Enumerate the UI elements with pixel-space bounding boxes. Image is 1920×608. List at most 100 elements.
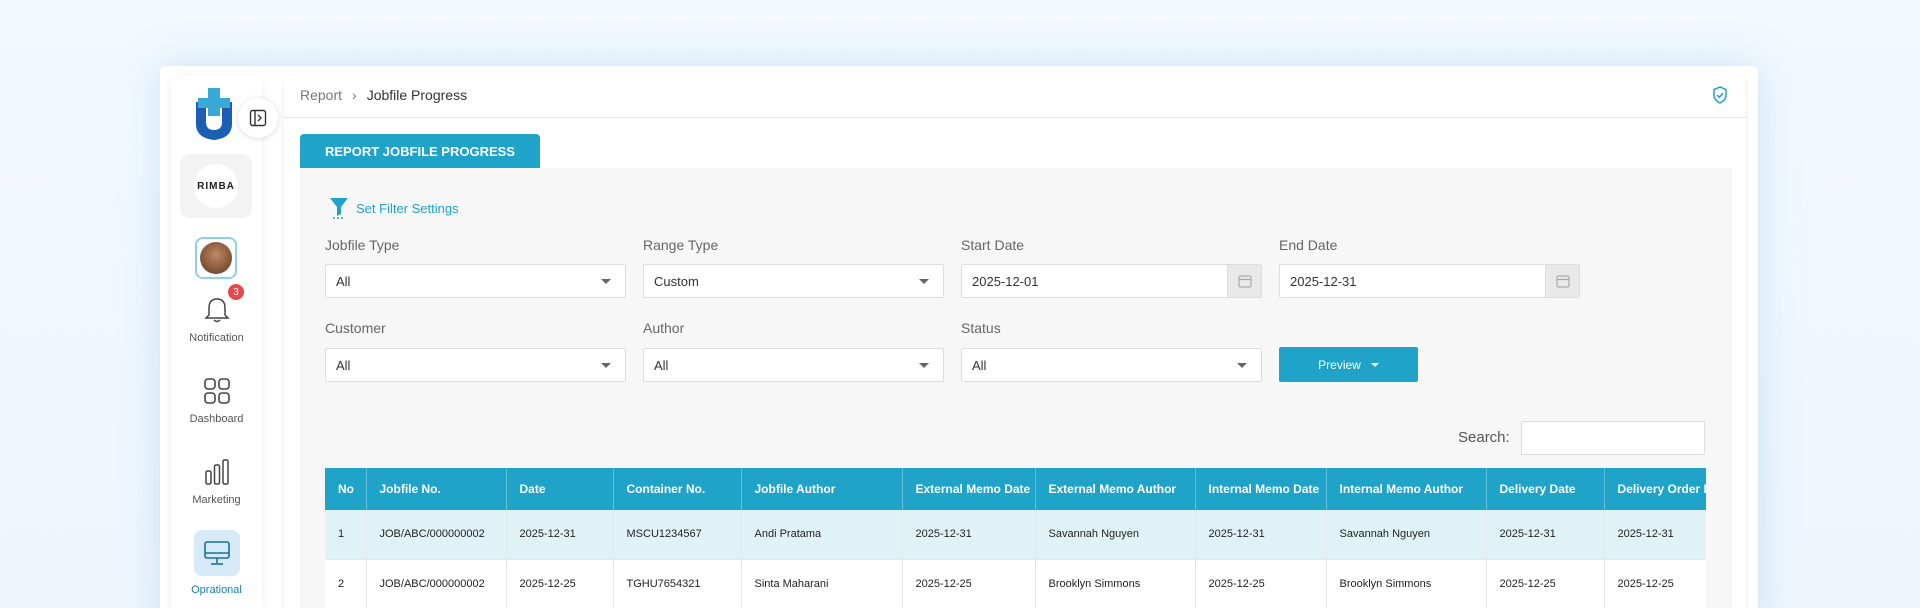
chevron-down-icon (601, 279, 611, 284)
table-cell: 1 (325, 510, 367, 560)
start-date-value: 2025-12-01 (972, 273, 1039, 289)
sidebar-item-label: Dashboard (189, 413, 244, 425)
search-label: Search: (1458, 429, 1510, 446)
table-cell: Brooklyn Simmons (1035, 559, 1196, 608)
sidebar-collapse-button[interactable] (238, 98, 278, 138)
end-date-value: 2025-12-31 (1290, 273, 1357, 289)
table-cell: 2025-12-25 (902, 559, 1036, 608)
author-value: All (654, 357, 669, 373)
status-label: Status (961, 320, 1001, 336)
calendar-button[interactable] (1227, 265, 1261, 297)
jobfile-table: No Jobfile No. Date Container No. Jobfil… (325, 468, 1706, 608)
chevron-down-icon (1237, 363, 1247, 368)
notification-badge: 3 (228, 284, 244, 300)
table-cell: 2025-12-31 (902, 510, 1036, 560)
column-header-container-no[interactable]: Container No. (613, 468, 742, 510)
table-cell: MSCU1234567 (613, 510, 742, 560)
table-cell: TGHU7654321 (613, 559, 742, 608)
chevron-down-icon (919, 279, 929, 284)
sidebar-item-oprational[interactable]: Oprational (171, 530, 262, 596)
column-header-date[interactable]: Date (506, 468, 614, 510)
tab-report-jobfile-progress[interactable]: REPORT JOBFILE PROGRESS (300, 134, 540, 168)
calendar-button[interactable] (1545, 265, 1579, 297)
jobfile-type-select[interactable]: All (325, 264, 626, 298)
range-type-select[interactable]: Custom (643, 264, 944, 298)
company-logo: RIMBA (194, 164, 238, 208)
sidebar-item-notification[interactable]: Notification (171, 296, 262, 344)
table-row[interactable]: 2 JOB/ABC/000000002 2025-12-25 TGHU76543… (325, 559, 1706, 608)
column-header-external-memo-author[interactable]: External Memo Author (1035, 468, 1196, 510)
grid-icon (203, 378, 230, 404)
filter-settings-toggle[interactable]: Set Filter Settings (328, 196, 459, 220)
sidebar-item-dashboard[interactable]: Dashboard (171, 377, 262, 425)
page-header (284, 76, 1746, 118)
filter-icon (330, 198, 348, 219)
status-value: All (972, 357, 987, 373)
table-cell: 2025-12-31 (506, 510, 614, 560)
app-logo-icon[interactable] (190, 88, 238, 142)
jobfile-type-value: All (336, 273, 351, 289)
sidebar-item-label: Notification (189, 332, 244, 344)
column-header-internal-memo-date[interactable]: Internal Memo Date (1195, 468, 1327, 510)
start-date-label: Start Date (961, 237, 1025, 253)
table-header-row: No Jobfile No. Date Container No. Jobfil… (325, 468, 1706, 510)
author-select[interactable]: All (643, 348, 944, 382)
table-cell: JOB/ABC/000000002 (366, 559, 507, 608)
column-header-internal-memo-author[interactable]: Internal Memo Author (1326, 468, 1487, 510)
table-cell: Savannah Nguyen (1326, 510, 1487, 560)
breadcrumb-parent[interactable]: Report (300, 87, 342, 103)
column-header-delivery-date[interactable]: Delivery Date (1486, 468, 1605, 510)
preview-button[interactable]: Preview (1279, 347, 1418, 382)
sidebar-item-label: Oprational (191, 584, 242, 596)
table-cell: 2025-12-31 (1195, 510, 1327, 560)
jobfile-type-label: Jobfile Type (325, 237, 400, 253)
search-input[interactable] (1521, 421, 1705, 455)
breadcrumb: Report › Jobfile Progress (300, 87, 467, 103)
status-select[interactable]: All (961, 348, 1262, 382)
sidebar-item-marketing[interactable]: Marketing (171, 458, 262, 506)
column-header-external-memo-date[interactable]: External Memo Date (902, 468, 1036, 510)
caret-down-icon (1370, 362, 1379, 367)
customer-label: Customer (325, 320, 386, 336)
table-cell: Andi Pratama (741, 510, 903, 560)
calendar-icon (1555, 275, 1570, 288)
table-cell: 2 (325, 559, 367, 608)
column-header-jobfile-no[interactable]: Jobfile No. (366, 468, 507, 510)
customer-value: All (336, 357, 351, 373)
table-cell: 2025-12-31 (1604, 510, 1706, 560)
start-date-input[interactable]: 2025-12-01 (961, 264, 1262, 298)
filter-settings-label: Set Filter Settings (356, 200, 459, 216)
table-cell: 2025-12-25 (1604, 559, 1706, 608)
monitor-icon (203, 541, 230, 565)
table-cell: 2025-12-25 (1486, 559, 1605, 608)
shield-check-icon[interactable] (1712, 86, 1728, 109)
range-type-label: Range Type (643, 237, 719, 253)
table-cell: 2025-12-25 (1195, 559, 1327, 608)
column-header-jobfile-author[interactable]: Jobfile Author (741, 468, 903, 510)
table-cell: Brooklyn Simmons (1326, 559, 1487, 608)
bell-icon (203, 298, 230, 323)
sidebar-item-label: Marketing (192, 494, 241, 506)
bar-chart-icon (204, 459, 229, 485)
breadcrumb-current: Jobfile Progress (366, 87, 468, 103)
author-label: Author (643, 320, 685, 336)
column-header-delivery-order-date[interactable]: Delivery Order Date (1604, 468, 1706, 510)
table-cell: JOB/ABC/000000002 (366, 510, 507, 560)
sidebar-toggle-icon (249, 109, 267, 127)
table-row[interactable]: 1 JOB/ABC/000000002 2025-12-31 MSCU12345… (325, 510, 1706, 560)
end-date-input[interactable]: 2025-12-31 (1279, 264, 1580, 298)
breadcrumb-separator: › (352, 87, 357, 103)
chevron-down-icon (601, 363, 611, 368)
range-type-value: Custom (654, 273, 699, 289)
preview-label: Preview (1318, 357, 1361, 372)
table-cell: 2025-12-25 (506, 559, 614, 608)
company-switcher[interactable]: RIMBA (180, 154, 252, 218)
column-header-no[interactable]: No (325, 468, 367, 510)
avatar-photo (200, 242, 232, 274)
customer-select[interactable]: All (325, 348, 626, 382)
end-date-label: End Date (1279, 237, 1338, 253)
table-cell: 2025-12-31 (1486, 510, 1605, 560)
active-item-highlight (193, 530, 240, 576)
user-avatar[interactable] (195, 237, 237, 279)
chevron-down-icon (919, 363, 929, 368)
